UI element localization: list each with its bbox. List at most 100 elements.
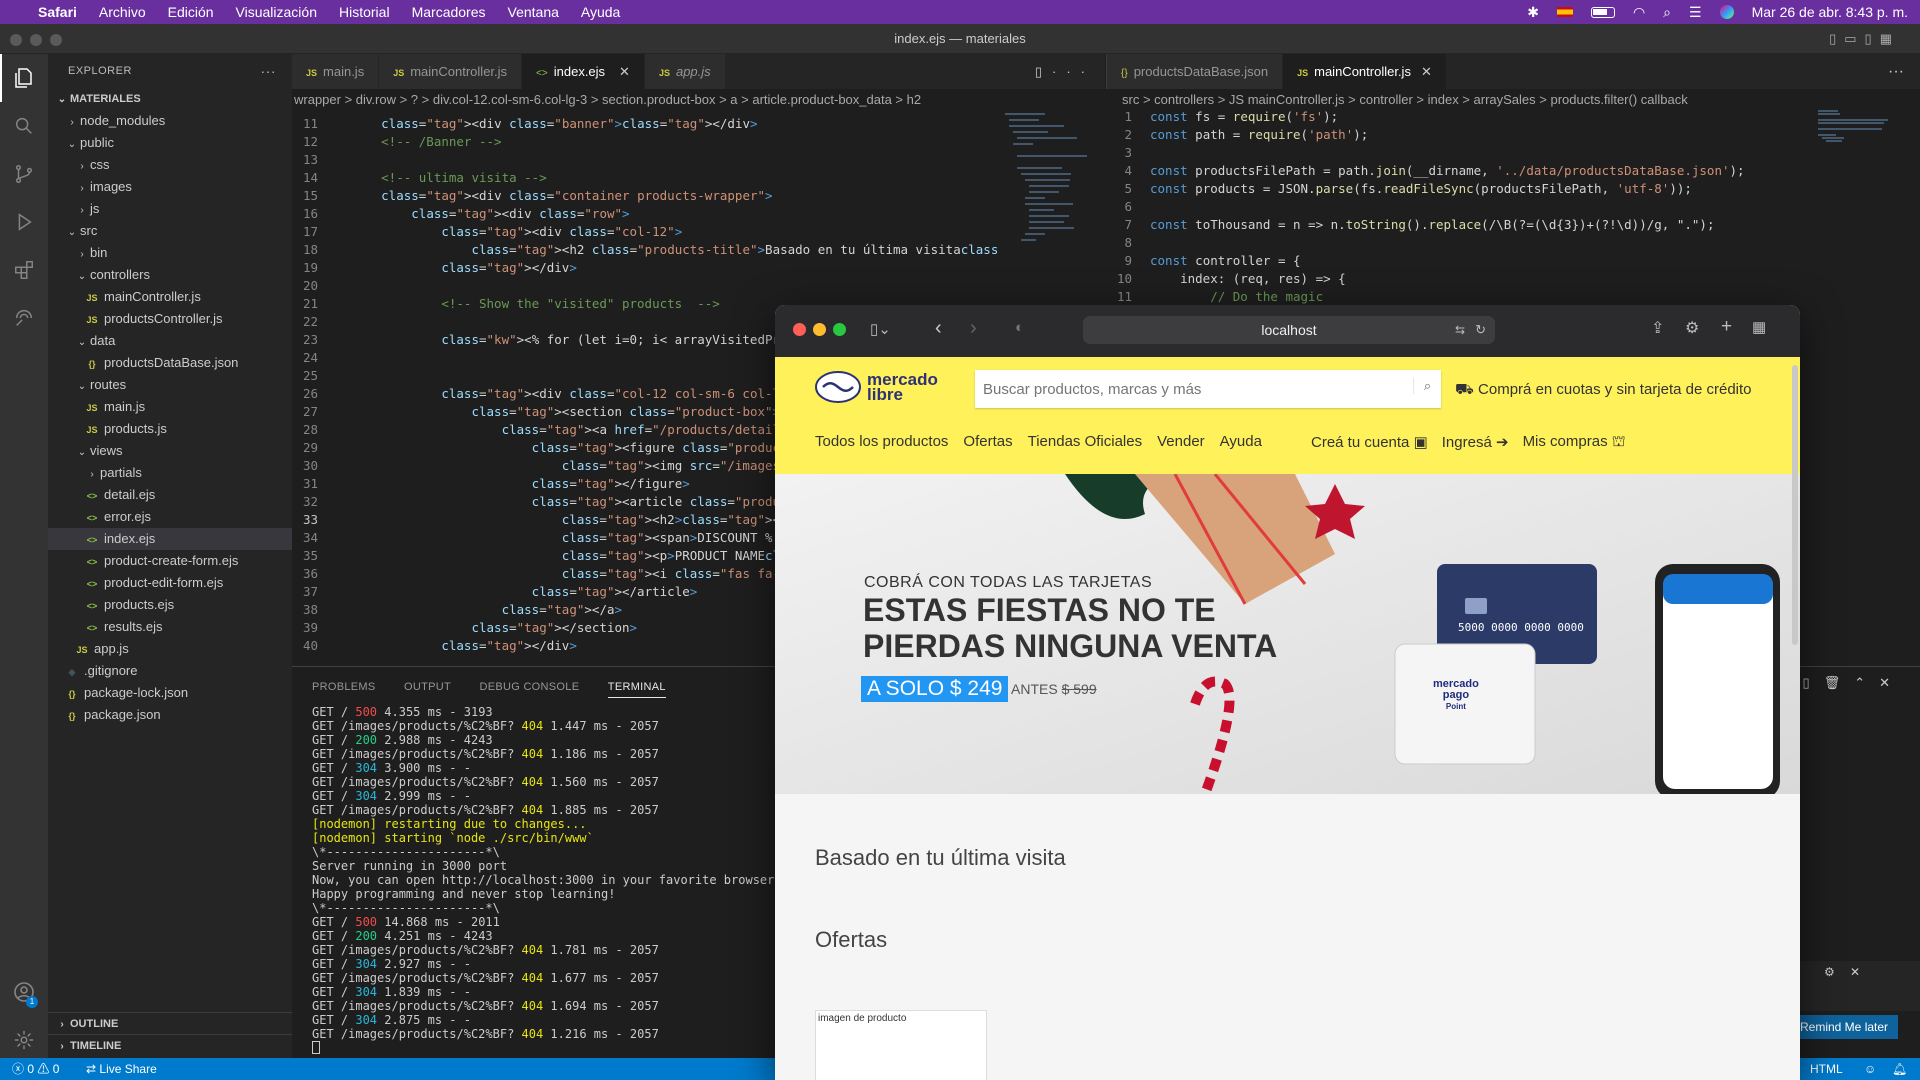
shield-icon[interactable]: ◐ bbox=[1015, 319, 1024, 336]
safari-zoom-button[interactable] bbox=[833, 323, 846, 336]
tab-app-js[interactable]: JS app.js bbox=[644, 54, 726, 89]
tree-item[interactable]: ⌄ controllers bbox=[48, 264, 292, 286]
tree-item[interactable]: {} package.json bbox=[48, 704, 292, 726]
menu-ayuda[interactable]: Ayuda bbox=[581, 4, 620, 20]
tree-item[interactable]: ⌄ src bbox=[48, 220, 292, 242]
hero-banner[interactable]: COBRÁ CON TODAS LAS TARJETAS ESTAS FIEST… bbox=[775, 474, 1800, 794]
tree-item[interactable]: › images bbox=[48, 176, 292, 198]
code-line[interactable]: 7 const toThousand = n => n.toString().re… bbox=[1106, 216, 1806, 234]
tree-item[interactable]: <> product-create-form.ejs bbox=[48, 550, 292, 572]
code-line[interactable]: 18 class="tag"><h2 class="products-title… bbox=[292, 241, 997, 259]
code-line[interactable]: 12 <!-- /Banner --> bbox=[292, 133, 997, 151]
extension-gear-icon[interactable]: ⚙ bbox=[1685, 318, 1699, 338]
tree-item[interactable]: JS products.js bbox=[48, 418, 292, 440]
tree-item[interactable]: › node_modules bbox=[48, 110, 292, 132]
menu-marcadores[interactable]: Marcadores bbox=[412, 4, 486, 20]
code-line[interactable]: 3 bbox=[1106, 144, 1806, 162]
tree-item[interactable]: <> index.ejs bbox=[48, 528, 292, 550]
wifi-icon[interactable]: ◠ bbox=[1633, 4, 1645, 21]
menubar-clock[interactable]: Mar 26 de abr. 8:43 p. m. bbox=[1752, 4, 1908, 20]
reload-icon[interactable]: ↻ bbox=[1475, 316, 1486, 344]
nav-todos-productos[interactable]: Todos los productos bbox=[815, 433, 948, 450]
tree-item[interactable]: <> results.ejs bbox=[48, 616, 292, 638]
close-tab-icon[interactable]: ✕ bbox=[619, 64, 630, 79]
menu-visualizacion[interactable]: Visualización bbox=[236, 4, 317, 20]
safari-minimize-button[interactable] bbox=[813, 323, 826, 336]
spotlight-search-icon[interactable]: ⌕ bbox=[1663, 4, 1671, 21]
code-line[interactable]: 20 bbox=[292, 277, 997, 295]
left-breadcrumb[interactable]: wrapper > div.row > ? > div.col-12.col-s… bbox=[292, 89, 1105, 111]
code-line[interactable]: 4 const productsFilePath = path.join(__di… bbox=[1106, 162, 1806, 180]
terminal-cursor[interactable] bbox=[312, 1041, 320, 1054]
tree-item[interactable]: <> products.ejs bbox=[48, 594, 292, 616]
code-line[interactable]: 10 index: (req, res) => { bbox=[1106, 270, 1806, 288]
more-actions-icon[interactable]: ··· bbox=[261, 54, 277, 88]
search-icon[interactable]: ⌕ bbox=[1413, 378, 1441, 394]
tree-item[interactable]: <> product-edit-form.ejs bbox=[48, 572, 292, 594]
layout-toggle-icons[interactable]: ▯▭▯▦ bbox=[1829, 24, 1900, 54]
right-minimap[interactable] bbox=[1816, 108, 1916, 148]
address-bar[interactable]: localhost ⇆ ↻ bbox=[1083, 316, 1495, 344]
tab-main-controller-js-right[interactable]: JS mainController.js ✕ bbox=[1283, 54, 1447, 89]
tree-item[interactable]: › css bbox=[48, 154, 292, 176]
code-line[interactable]: 6 bbox=[1106, 198, 1806, 216]
code-line[interactable]: 11 class="tag"><div class="banner">class… bbox=[292, 115, 997, 133]
terminal-output[interactable]: GET / 500 4.355 ms - 3193 GET /images/pro… bbox=[312, 705, 774, 1054]
search-input[interactable] bbox=[975, 370, 1395, 408]
tab-problems[interactable]: PROBLEMS bbox=[312, 681, 376, 697]
product-image-placeholder[interactable]: imagen de producto bbox=[815, 1010, 987, 1080]
nav-tiendas-oficiales[interactable]: Tiendas Oficiales bbox=[1028, 433, 1143, 450]
source-control-icon[interactable] bbox=[0, 150, 48, 198]
tab-output[interactable]: OUTPUT bbox=[404, 681, 451, 697]
timeline-section[interactable]: › TIMELINE bbox=[48, 1034, 292, 1056]
run-debug-icon[interactable] bbox=[0, 198, 48, 246]
bluetooth-icon[interactable]: ✱ bbox=[1527, 4, 1539, 21]
zoom-window-button[interactable] bbox=[50, 34, 62, 46]
forward-icon[interactable]: › bbox=[970, 317, 977, 340]
tree-item[interactable]: JS main.js bbox=[48, 396, 292, 418]
code-line[interactable]: 9 const controller = { bbox=[1106, 252, 1806, 270]
battery-icon[interactable] bbox=[1590, 6, 1615, 18]
code-line[interactable]: 8 bbox=[1106, 234, 1806, 252]
remind-me-later-button[interactable]: Remind Me later bbox=[1790, 1015, 1899, 1039]
code-line[interactable]: 5 const products = JSON.parse(fs.readFile… bbox=[1106, 180, 1806, 198]
more-actions-icon[interactable]: ··· bbox=[1888, 54, 1904, 89]
remote-explorer-icon[interactable] bbox=[0, 294, 48, 342]
tab-terminal[interactable]: TERMINAL bbox=[607, 681, 666, 698]
mercadolibre-logo[interactable]: mercado libre bbox=[815, 371, 938, 403]
live-share-button[interactable]: ⇄ Live Share bbox=[86, 1058, 157, 1080]
language-mode[interactable]: HTML bbox=[1810, 1058, 1843, 1080]
code-line[interactable]: 17 class="tag"><div class="col-12"> bbox=[292, 223, 997, 241]
notification-gear-icon[interactable]: ⚙ bbox=[1824, 965, 1835, 979]
ingresa-link[interactable]: Ingresá ➔ bbox=[1442, 433, 1509, 452]
minimize-window-button[interactable] bbox=[30, 34, 42, 46]
code-line[interactable]: 19 class="tag"></div> bbox=[292, 259, 997, 277]
translate-icon[interactable]: ⇆ bbox=[1455, 316, 1465, 344]
explorer-icon[interactable] bbox=[0, 54, 48, 102]
tree-item[interactable]: {} package-lock.json bbox=[48, 682, 292, 704]
close-window-button[interactable] bbox=[10, 34, 22, 46]
siri-icon[interactable] bbox=[1719, 5, 1734, 19]
notifications-bell-icon[interactable]: 🔔︎ bbox=[1892, 1058, 1907, 1080]
sidebar-toggle-icon[interactable]: ▯⌄ bbox=[870, 320, 891, 338]
tree-item[interactable]: ◆ .gitignore bbox=[48, 660, 292, 682]
menu-app-name[interactable]: Safari bbox=[38, 4, 77, 20]
left-minimap[interactable] bbox=[997, 111, 1097, 271]
tree-item[interactable]: <> error.ejs bbox=[48, 506, 292, 528]
tab-main-controller-js[interactable]: JS mainController.js bbox=[379, 54, 523, 89]
tree-item[interactable]: › js bbox=[48, 198, 292, 220]
nav-ayuda[interactable]: Ayuda bbox=[1220, 433, 1262, 450]
tree-item[interactable]: ⌄ public bbox=[48, 132, 292, 154]
code-line[interactable]: 14 <!-- ultima visita --> bbox=[292, 169, 997, 187]
problems-status[interactable]: ⓧ 0 ⚠ 0 bbox=[12, 1058, 59, 1080]
code-line[interactable]: 15 class="tag"><div class="container pro… bbox=[292, 187, 997, 205]
control-center-icon[interactable]: ☰ bbox=[1689, 4, 1702, 21]
tree-item[interactable]: JS app.js bbox=[48, 638, 292, 660]
code-line[interactable]: 16 class="tag"><div class="row"> bbox=[292, 205, 997, 223]
search-icon[interactable] bbox=[0, 102, 48, 150]
new-tab-icon[interactable]: + bbox=[1721, 316, 1732, 338]
menu-historial[interactable]: Historial bbox=[339, 4, 390, 20]
safari-scrollbar[interactable] bbox=[1792, 365, 1798, 645]
code-line[interactable]: 11 // Do the magic bbox=[1106, 288, 1806, 306]
tree-item[interactable]: JS productsController.js bbox=[48, 308, 292, 330]
